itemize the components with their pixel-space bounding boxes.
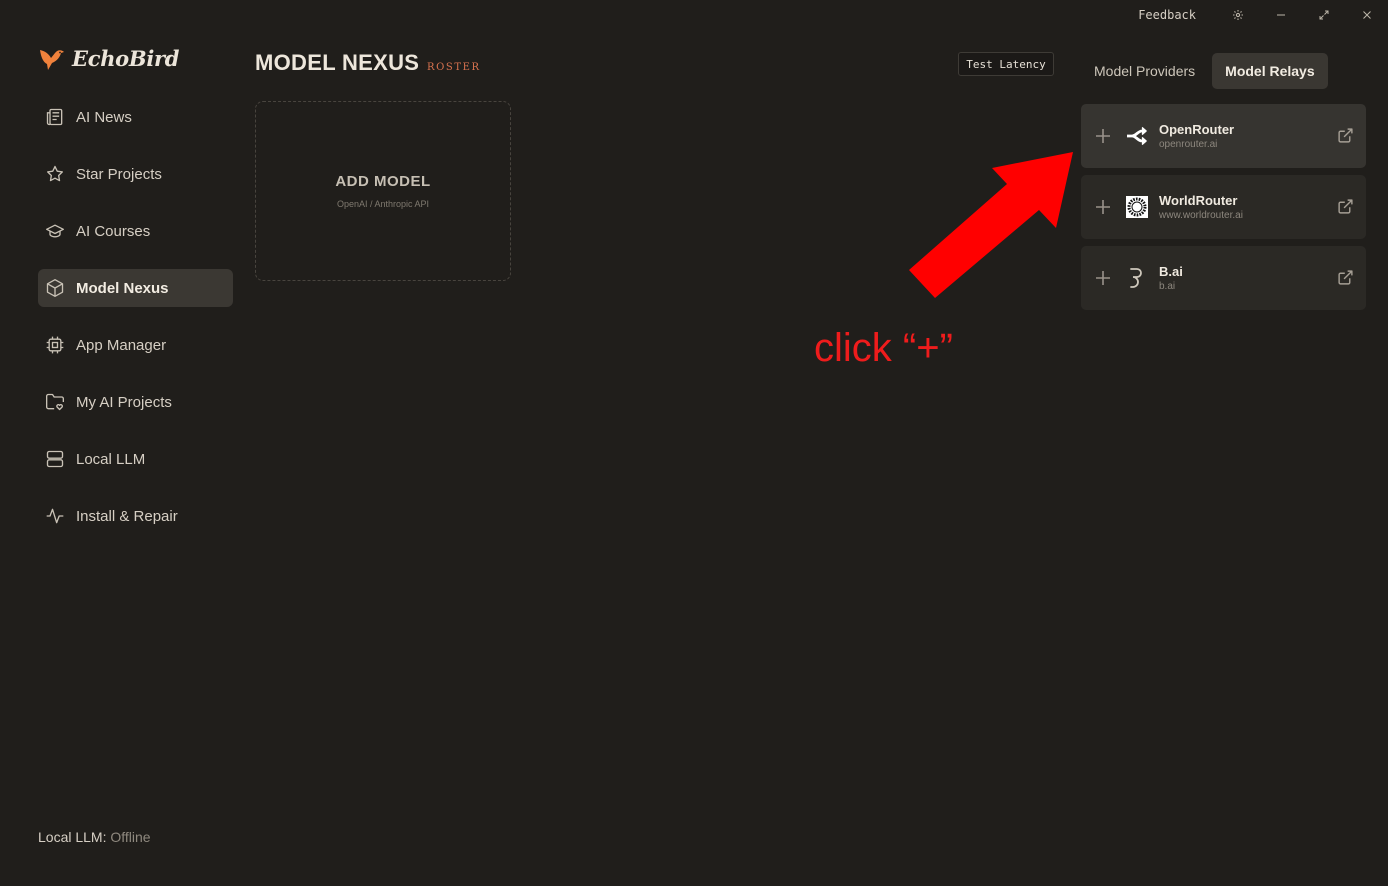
star-icon	[45, 164, 65, 184]
gear-icon[interactable]	[1216, 0, 1259, 30]
test-latency-button[interactable]: Test Latency	[958, 52, 1054, 76]
app-logo: EchoBird	[38, 44, 179, 72]
sidebar-item-install-repair[interactable]: Install & Repair	[38, 497, 233, 535]
external-link-icon[interactable]	[1337, 269, 1354, 286]
sidebar-item-label: AI Courses	[76, 222, 151, 240]
openrouter-logo-icon	[1125, 124, 1149, 148]
sidebar-item-star-projects[interactable]: Star Projects	[38, 155, 233, 193]
provider-tabs: Model Providers Model Relays	[1081, 53, 1328, 89]
sidebar-item-label: Local LLM	[76, 450, 146, 468]
add-model-subtitle: OpenAI / Anthropic API	[336, 199, 430, 209]
sidebar-nav: AI News Star Projects AI Courses Model N…	[38, 98, 233, 554]
status-label: Local LLM:	[38, 829, 107, 845]
page-title: MODEL NEXUS	[255, 50, 420, 75]
plus-icon[interactable]	[1095, 199, 1111, 215]
relay-name: OpenRouter	[1159, 122, 1235, 137]
minimize-icon[interactable]	[1259, 0, 1302, 30]
annotation-text: click “+”	[814, 326, 953, 370]
app-name: EchoBird	[72, 45, 180, 71]
relay-card-bai[interactable]: B.ai b.ai	[1081, 246, 1366, 310]
activity-icon	[45, 506, 65, 526]
tab-model-relays[interactable]: Model Relays	[1212, 53, 1328, 89]
relay-url: www.worldrouter.ai	[1159, 210, 1243, 221]
sidebar-item-ai-news[interactable]: AI News	[38, 98, 233, 136]
sidebar-item-label: AI News	[76, 108, 132, 126]
sidebar-item-my-ai-projects[interactable]: My AI Projects	[38, 383, 233, 421]
sidebar-item-label: Star Projects	[76, 165, 162, 183]
maximize-icon[interactable]	[1302, 0, 1345, 30]
relay-url: openrouter.ai	[1159, 139, 1218, 150]
relay-name: WorldRouter	[1159, 193, 1238, 208]
sidebar-item-local-llm[interactable]: Local LLM	[38, 440, 233, 478]
server-icon	[45, 449, 65, 469]
relay-card-worldrouter[interactable]: WorldRouter www.worldrouter.ai	[1081, 175, 1366, 239]
add-model-title: ADD MODEL	[335, 173, 431, 190]
annotation-arrow	[909, 152, 1073, 298]
bai-logo-icon	[1125, 266, 1149, 290]
plus-icon[interactable]	[1095, 270, 1111, 286]
sidebar-item-label: Model Nexus	[76, 279, 169, 297]
worldrouter-logo-icon	[1125, 195, 1149, 219]
sidebar-item-label: My AI Projects	[76, 393, 172, 411]
title-bar: Feedback	[1138, 0, 1388, 30]
tab-model-providers[interactable]: Model Providers	[1081, 53, 1208, 89]
page-subtitle: ROSTER	[427, 62, 481, 73]
sidebar-item-label: Install & Repair	[76, 507, 178, 525]
bird-logo-icon	[40, 50, 64, 70]
external-link-icon[interactable]	[1337, 127, 1354, 144]
sidebar-item-model-nexus[interactable]: Model Nexus	[38, 269, 233, 307]
relay-url: b.ai	[1159, 281, 1176, 292]
sidebar-item-app-manager[interactable]: App Manager	[38, 326, 233, 364]
relay-card-openrouter[interactable]: OpenRouter openrouter.ai	[1081, 104, 1366, 168]
plus-icon[interactable]	[1095, 128, 1111, 144]
sidebar-item-label: App Manager	[76, 336, 167, 354]
feedback-link[interactable]: Feedback	[1138, 8, 1196, 22]
relay-list: OpenRouter openrouter.ai WorldRouter www…	[1081, 104, 1366, 317]
graduation-cap-icon	[45, 221, 65, 241]
cube-icon	[45, 278, 65, 298]
sidebar: EchoBird AI News Star Projects AI Course…	[0, 0, 245, 886]
newspaper-icon	[45, 107, 65, 127]
sidebar-item-ai-courses[interactable]: AI Courses	[38, 212, 233, 250]
folder-heart-icon	[45, 392, 65, 412]
status-value: Offline	[110, 829, 151, 845]
relay-name: B.ai	[1159, 264, 1183, 279]
add-model-card[interactable]: ADD MODEL OpenAI / Anthropic API	[255, 101, 511, 281]
chip-icon	[45, 335, 65, 355]
external-link-icon[interactable]	[1337, 198, 1354, 215]
local-llm-status: Local LLM: Offline	[38, 829, 151, 845]
close-icon[interactable]	[1345, 0, 1388, 30]
